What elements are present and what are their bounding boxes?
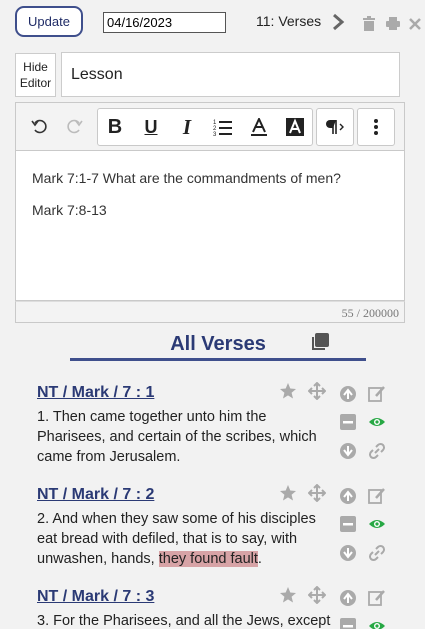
arrow-up-icon[interactable]	[339, 589, 357, 607]
link-icon[interactable]	[368, 442, 386, 460]
highlighted-text: they found fault	[158, 551, 258, 567]
undo-icon	[31, 119, 47, 134]
verse-card: NT / Mark / 7 : 1 1. Then came together …	[37, 382, 392, 467]
underline-button[interactable]: U	[136, 109, 166, 145]
format-group: B U I 123	[97, 108, 313, 146]
print-icon[interactable]	[386, 16, 400, 31]
eye-icon[interactable]	[368, 617, 386, 629]
paragraph-button[interactable]	[320, 109, 350, 145]
top-row: Update 11: Verses	[15, 6, 421, 38]
arrow-up-icon[interactable]	[339, 385, 357, 403]
italic-button[interactable]: I	[172, 109, 202, 145]
editor-line: Mark 7:1-7 What are the commandments of …	[32, 170, 341, 186]
verse-text-body: 3. For the Pharisees, and all the Jews, …	[37, 613, 331, 629]
verse-text: 2. And when they saw some of his discipl…	[37, 509, 332, 569]
verse-card: NT / Mark / 7 : 2 2. And when they saw s…	[37, 484, 392, 569]
move-icon[interactable]	[308, 586, 326, 604]
redo-icon	[67, 119, 83, 134]
all-verses-title: All Verses	[170, 333, 266, 355]
date-input[interactable]	[103, 12, 226, 33]
arrow-down-icon[interactable]	[339, 544, 357, 562]
editor-line: Mark 7:8-13	[32, 202, 107, 218]
chevron-right-icon[interactable]	[331, 13, 345, 31]
verse-text-body: 1. Then came together unto him the Phari…	[37, 409, 317, 465]
edit-icon[interactable]	[368, 385, 386, 403]
highlight-color-button[interactable]	[280, 109, 310, 145]
hide-editor-button[interactable]: Hide Editor	[15, 53, 56, 97]
more-group	[357, 108, 395, 146]
verses-count-label: 11: Verses	[256, 13, 322, 29]
update-button[interactable]: Update	[15, 6, 83, 37]
history-group	[21, 108, 96, 146]
editor-content[interactable]: Mark 7:1-7 What are the commandments of …	[15, 151, 405, 301]
underline-icon: U	[144, 116, 158, 137]
font-color-button[interactable]	[244, 109, 274, 145]
close-icon[interactable]	[408, 16, 422, 31]
all-verses-header: All Verses	[70, 329, 366, 361]
svg-text:3: 3	[213, 132, 217, 136]
edit-icon[interactable]	[368, 589, 386, 607]
bold-button[interactable]: B	[100, 109, 130, 145]
verse-card: NT / Mark / 7 : 3 3. For the Pharisees, …	[37, 586, 392, 629]
edit-icon[interactable]	[368, 487, 386, 505]
more-vertical-icon	[374, 119, 378, 135]
eye-icon[interactable]	[368, 413, 386, 431]
star-icon[interactable]	[279, 484, 297, 502]
arrow-up-icon[interactable]	[339, 487, 357, 505]
trash-icon[interactable]	[362, 16, 376, 31]
bold-icon: B	[107, 115, 123, 138]
verse-text: 3. For the Pharisees, and all the Jews, …	[37, 611, 332, 629]
minus-box-icon[interactable]	[339, 515, 357, 533]
move-icon[interactable]	[308, 484, 326, 502]
italic-icon: I	[182, 114, 192, 139]
verse-text: 1. Then came together unto him the Phari…	[37, 407, 332, 467]
paragraph-icon	[326, 120, 344, 134]
lesson-title-input[interactable]	[61, 52, 400, 97]
link-icon[interactable]	[368, 544, 386, 562]
star-icon[interactable]	[279, 586, 297, 604]
ordered-list-icon: 123	[213, 120, 232, 136]
hide-editor-label: Hide Editor	[19, 60, 52, 90]
redo-button[interactable]	[59, 108, 89, 144]
more-options-button[interactable]	[361, 109, 391, 145]
arrow-down-icon[interactable]	[339, 442, 357, 460]
move-icon[interactable]	[308, 382, 326, 400]
copy-icon[interactable]	[310, 333, 329, 352]
minus-box-icon[interactable]	[339, 617, 357, 629]
character-counter: 55 / 200000	[15, 301, 405, 323]
minus-box-icon[interactable]	[339, 413, 357, 431]
star-icon[interactable]	[279, 382, 297, 400]
ordered-list-button[interactable]: 123	[208, 109, 238, 145]
font-color-icon	[251, 118, 267, 136]
editor-toolbar: B U I 123	[15, 102, 405, 151]
eye-icon[interactable]	[368, 515, 386, 533]
paragraph-group	[316, 108, 354, 146]
verse-text-tail: .	[257, 551, 262, 567]
undo-button[interactable]	[25, 108, 55, 144]
background-color-icon	[286, 118, 304, 136]
